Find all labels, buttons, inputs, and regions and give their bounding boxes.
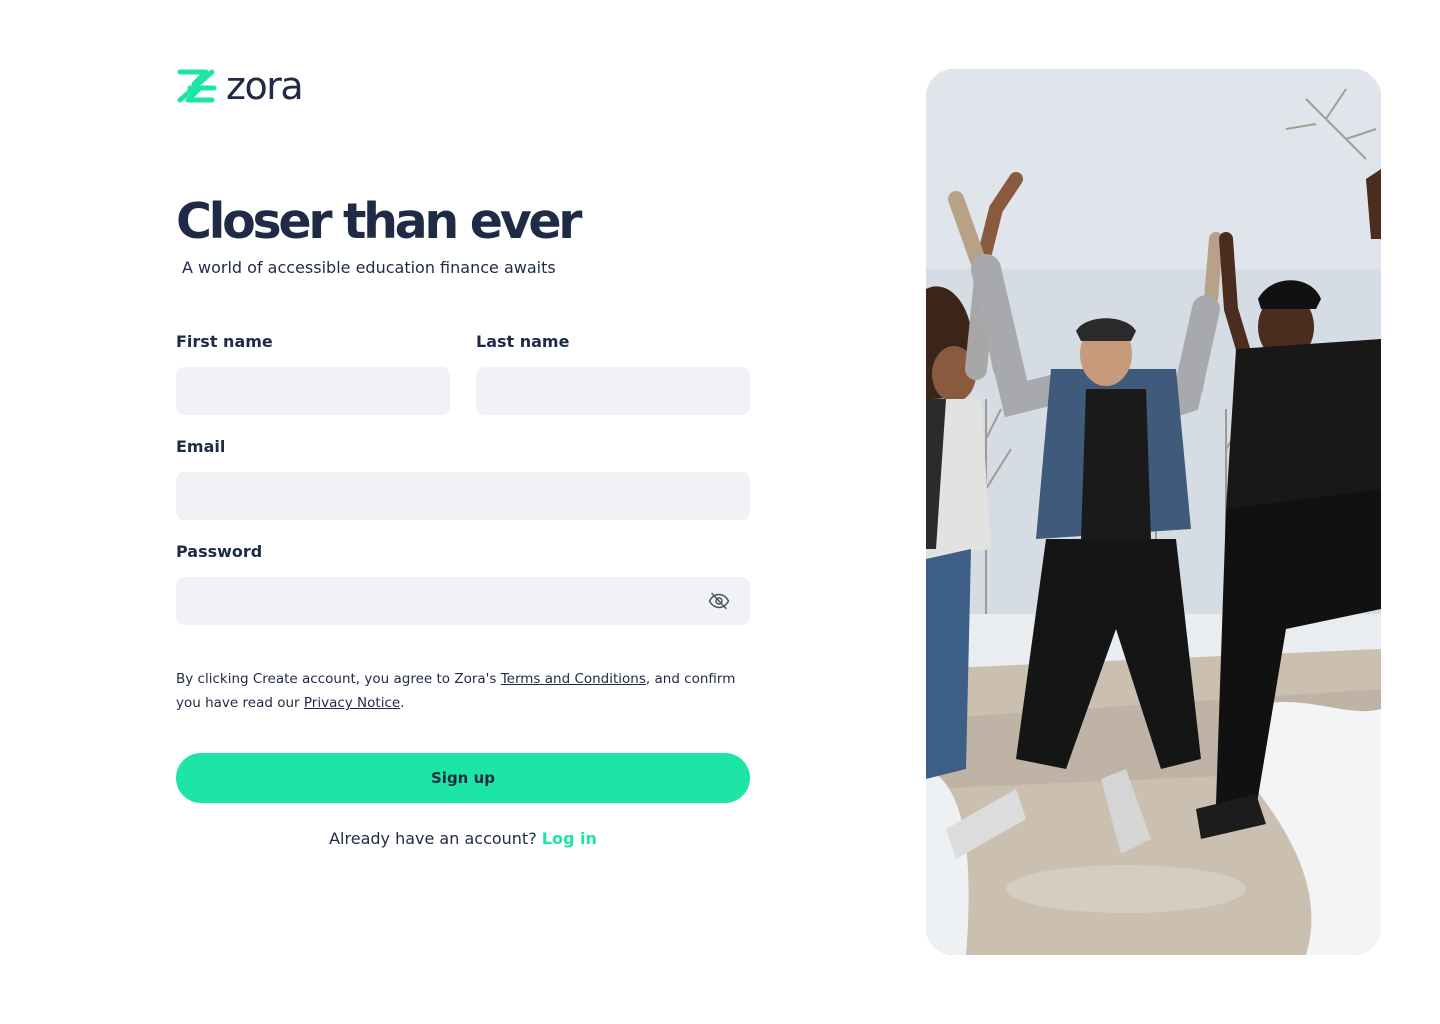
email-field[interactable] xyxy=(176,472,750,520)
terms-suffix: . xyxy=(400,695,405,711)
login-prompt-text: Already have an account? xyxy=(329,829,537,848)
hero-photo xyxy=(926,69,1381,955)
password-label: Password xyxy=(176,542,263,561)
signup-button[interactable]: Sign up xyxy=(176,753,750,803)
page-title: Closer than ever xyxy=(176,193,582,250)
privacy-notice-link[interactable]: Privacy Notice xyxy=(304,695,400,711)
page-subtitle: A world of accessible education finance … xyxy=(182,258,556,277)
eye-off-icon xyxy=(708,592,730,610)
last-name-field[interactable] xyxy=(476,367,750,415)
terms-notice: By clicking Create account, you agree to… xyxy=(176,667,756,715)
terms-and-conditions-link[interactable]: Terms and Conditions xyxy=(501,671,646,687)
password-field[interactable] xyxy=(176,577,750,625)
login-prompt-row: Already have an account? Log in xyxy=(176,828,750,850)
brand-name: zora xyxy=(226,64,304,108)
first-name-label: First name xyxy=(176,332,273,351)
terms-prefix: By clicking Create account, you agree to… xyxy=(176,671,501,687)
people-jumping-photo-icon xyxy=(926,69,1381,955)
login-link[interactable]: Log in xyxy=(542,829,597,848)
signup-page: zora Closer than ever A world of accessi… xyxy=(0,0,1440,1024)
zora-logo-icon xyxy=(177,69,217,103)
email-label: Email xyxy=(176,437,226,456)
brand-logo[interactable]: zora xyxy=(176,64,304,108)
last-name-label: Last name xyxy=(476,332,570,351)
password-visibility-toggle[interactable] xyxy=(706,590,732,612)
first-name-field[interactable] xyxy=(176,367,450,415)
